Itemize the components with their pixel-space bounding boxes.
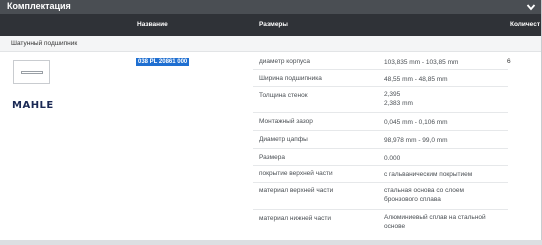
column-header-sizes: Размеры: [259, 21, 288, 28]
spec-value: стальная основа со слоем: [384, 187, 464, 194]
spec-value: с гальваническим покрытием: [384, 171, 473, 178]
spec-value-line2: бронзового сплава: [384, 196, 441, 203]
column-header-quantity: Количест: [510, 21, 541, 28]
spec-row: покрытие верхней части с гальваническим …: [253, 166, 508, 183]
spec-row: Толщина стенок 2,395 2,383 mm: [253, 87, 508, 113]
spec-row: Размера 0.000: [253, 149, 508, 166]
spec-value: 103,835 mm - 103,85 mm: [384, 59, 459, 66]
spec-row: материал нижней части Алюминиевый сплав …: [253, 210, 508, 237]
spec-label: материал нижней части: [259, 215, 331, 222]
spec-value: 48,55 mm - 48,85 mm: [384, 76, 448, 83]
section-title: Комплектация: [7, 1, 71, 11]
part-number[interactable]: 038 PL 20861 000: [136, 58, 190, 66]
spec-row: Монтажный зазор 0,045 mm - 0,106 mm: [253, 113, 508, 131]
spec-value: 98,978 mm - 99,0 mm: [384, 137, 448, 144]
spec-value: Алюминиевый сплав на стальной: [384, 214, 486, 221]
spec-label: Диаметр цапфы: [259, 136, 308, 143]
spec-value: 2,395: [384, 91, 401, 98]
spec-label: материал верхней части: [259, 187, 334, 194]
table-header: Название Размеры Количест: [0, 14, 541, 36]
column-header-name: Название: [137, 21, 168, 28]
chevron-down-icon[interactable]: [526, 2, 536, 12]
kit-contents-panel: Комплектация Название Размеры Количест Ш…: [0, 0, 542, 240]
spec-value: 0.000: [384, 155, 401, 162]
group-label: Шатунный подшипник: [11, 40, 78, 47]
spec-row: Диаметр цапфы 98,978 mm - 99,0 mm: [253, 131, 508, 149]
spec-label: Размера: [259, 154, 285, 161]
spec-row: диаметр корпуса 103,835 mm - 103,85 mm: [253, 53, 508, 70]
group-row: Шатунный подшипник: [0, 36, 541, 52]
spec-row: материал верхней части стальная основа с…: [253, 183, 508, 210]
bearing-image: [21, 71, 43, 74]
product-thumbnail[interactable]: [13, 60, 50, 84]
spec-value-line2: основе: [384, 223, 406, 230]
brand-logo: MAHLE: [12, 100, 54, 111]
spec-label: Ширина подшипника: [259, 75, 322, 82]
spec-row: Ширина подшипника 48,55 mm - 48,85 mm: [253, 70, 508, 87]
section-header[interactable]: Комплектация: [0, 0, 541, 14]
spec-label: Толщина стенок: [259, 92, 308, 99]
page-background: [0, 240, 542, 245]
spec-value-line2: 2,383 mm: [384, 100, 413, 107]
spec-label: Монтажный зазор: [259, 118, 313, 125]
spec-label: покрытие верхней части: [259, 170, 333, 177]
spec-label: диаметр корпуса: [259, 58, 311, 65]
spec-value: 0,045 mm - 0,106 mm: [384, 119, 448, 126]
